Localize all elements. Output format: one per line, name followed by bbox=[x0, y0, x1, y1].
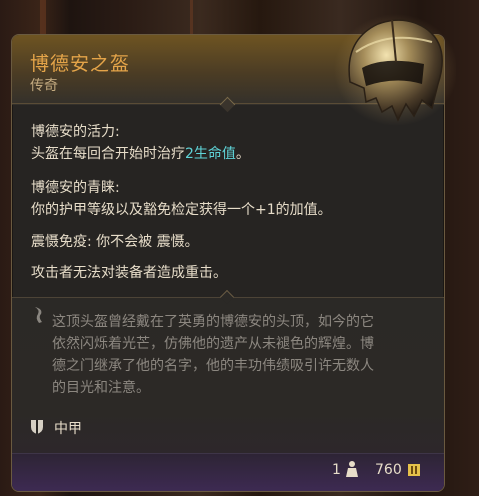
effect-1-title: 博德安的活力: bbox=[31, 124, 120, 140]
weight-icon bbox=[346, 461, 358, 477]
lore-line: 依然闪烁着光芒，仿佛他的遗产从未褪色的辉煌。博 bbox=[52, 336, 374, 352]
armor-type-label: 中甲 bbox=[54, 421, 82, 437]
quill-icon bbox=[35, 307, 42, 323]
item-weight: 1 bbox=[332, 462, 341, 478]
effect-1-suffix: 。 bbox=[235, 146, 250, 162]
item-name: 博德安之盔 bbox=[30, 53, 131, 75]
effect-3: 震慑免疫: 你不会被 震慑。 bbox=[31, 234, 199, 250]
lore-text: 这顶头盔曾经戴在了英勇的博德安的头顶，如今的它 依然闪烁着光芒，仿佛他的遗产从未… bbox=[52, 311, 428, 399]
lore-line: 德之门继承了他的名字，他的丰功伟绩吸引许无数人 bbox=[52, 358, 374, 374]
effect-1: 博德安的活力: 头盔在每回合开始时治疗2生命值。 bbox=[31, 121, 250, 165]
effect-1-text: 头盔在每回合开始时治疗 bbox=[31, 146, 185, 162]
item-price: 760 bbox=[375, 462, 402, 478]
gold-coin-icon bbox=[408, 464, 420, 476]
lore-line: 的目光和注意。 bbox=[52, 380, 150, 396]
heal-amount: 2生命值 bbox=[185, 146, 236, 162]
effect-2: 博德安的青睐: 你的护甲等级以及豁免检定获得一个+1的加值。 bbox=[31, 177, 332, 221]
lore-line: 这顶头盔曾经戴在了英勇的博德安的头顶，如今的它 bbox=[52, 314, 374, 330]
shield-icon bbox=[31, 420, 43, 434]
effect-2-title: 博德安的青睐: bbox=[31, 180, 120, 196]
footer-divider bbox=[12, 453, 444, 454]
effect-1-desc: 头盔在每回合开始时治疗2生命值。 bbox=[31, 143, 250, 165]
helmet-item-icon bbox=[334, 14, 456, 126]
effect-4: 攻击者无法对装备者造成重击。 bbox=[31, 265, 227, 281]
effect-2-desc: 你的护甲等级以及豁免检定获得一个+1的加值。 bbox=[31, 202, 332, 218]
item-rarity: 传奇 bbox=[30, 78, 58, 94]
